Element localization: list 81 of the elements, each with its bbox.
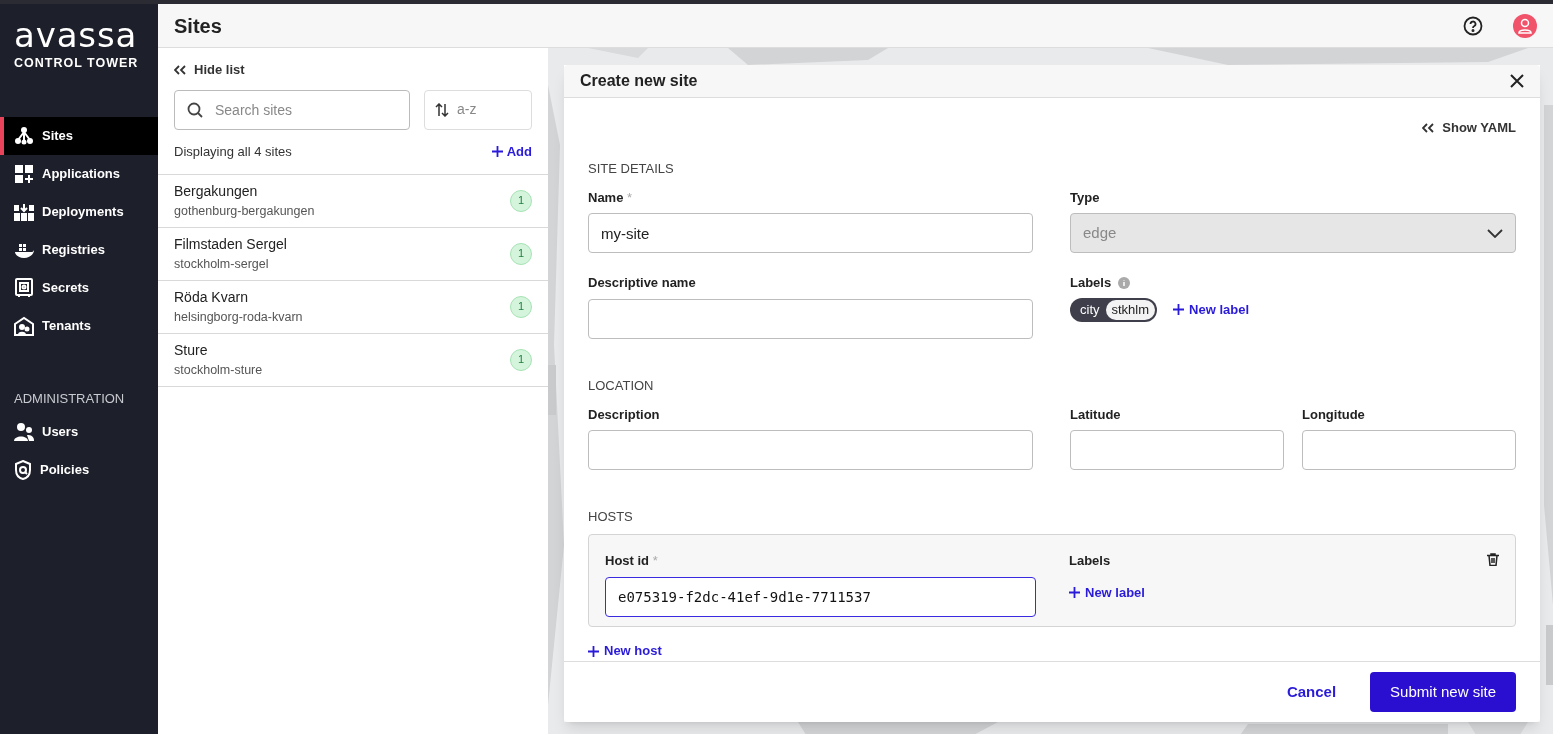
section-heading: SITE DETAILS bbox=[588, 160, 674, 176]
plus-icon bbox=[491, 146, 503, 157]
field-label: Latitude bbox=[1070, 405, 1122, 424]
section-heading: LOCATION bbox=[588, 377, 654, 393]
show-yaml-button[interactable]: Show YAML bbox=[1422, 118, 1516, 138]
hide-list-button[interactable]: Hide list bbox=[174, 60, 245, 80]
double-chevron-left-icon bbox=[1422, 123, 1435, 133]
nav-item[interactable]: Secrets bbox=[0, 269, 158, 307]
boxes-icon bbox=[14, 203, 34, 221]
host-count-badge: 1 bbox=[510, 295, 532, 318]
description-field[interactable] bbox=[588, 430, 1033, 471]
nav-item[interactable]: Sites bbox=[0, 117, 158, 155]
new-label-link[interactable]: New label bbox=[1069, 582, 1487, 603]
host-id-field[interactable]: e075319-f2dc-41ef-9d1e-7711537 bbox=[605, 576, 1036, 617]
site-name: Röda Kvarn bbox=[174, 287, 249, 307]
network-icon bbox=[14, 126, 34, 146]
plus-icon bbox=[1069, 587, 1080, 598]
close-icon[interactable] bbox=[1510, 74, 1524, 89]
page-title: Sites bbox=[174, 13, 222, 39]
add-link[interactable]: Add bbox=[491, 141, 532, 162]
search-icon bbox=[187, 101, 203, 118]
field-label: Descriptive name bbox=[588, 274, 697, 293]
brand-logo: avassa bbox=[14, 18, 139, 52]
nav-item[interactable]: Users bbox=[0, 412, 158, 451]
field-label: Longitude bbox=[1302, 405, 1366, 424]
house-people-icon bbox=[14, 316, 34, 336]
site-name: Filmstaden Sergel bbox=[174, 234, 287, 254]
descriptive-name-field[interactable] bbox=[588, 298, 1033, 339]
dialog-title: Create new site bbox=[580, 71, 698, 92]
field-label: Type bbox=[1070, 188, 1101, 207]
site-slug: stockholm-sture bbox=[174, 361, 263, 379]
apps-icon bbox=[14, 164, 34, 184]
nav-item[interactable]: Applications bbox=[0, 155, 158, 193]
site-count: Displaying all 4 sites bbox=[174, 142, 292, 161]
site-slug: gothenburg-bergakungen bbox=[174, 202, 315, 220]
site-list-item[interactable]: Röda Kvarn helsingborg-roda-kvarn 1 bbox=[158, 280, 548, 334]
new-label-link[interactable]: New label bbox=[1173, 300, 1250, 320]
host-count-badge: 1 bbox=[510, 189, 532, 212]
field-label: Name * bbox=[588, 188, 634, 207]
latitude-field[interactable] bbox=[1070, 430, 1284, 471]
submit-button[interactable]: Submit new site bbox=[1370, 671, 1516, 712]
brand-subtitle: CONTROL TOWER bbox=[14, 55, 140, 72]
plus-icon bbox=[588, 645, 599, 657]
help-icon[interactable] bbox=[1463, 15, 1483, 36]
shield-icon bbox=[14, 459, 32, 480]
avatar-icon[interactable] bbox=[1513, 13, 1537, 38]
field-label: Labels bbox=[1070, 274, 1112, 293]
trash-icon[interactable] bbox=[1487, 553, 1499, 567]
site-name: Sture bbox=[174, 340, 209, 360]
section-heading: HOSTS bbox=[588, 509, 633, 525]
double-chevron-left-icon bbox=[174, 64, 186, 75]
chevron-down-icon bbox=[1487, 228, 1503, 238]
name-field[interactable]: my-site bbox=[588, 213, 1033, 254]
section-heading: ADMINISTRATION bbox=[13, 390, 126, 408]
nav-item[interactable]: Policies bbox=[0, 450, 158, 489]
field-label: Labels bbox=[1069, 552, 1112, 571]
safe-icon bbox=[14, 278, 34, 298]
sort-button[interactable]: a-z bbox=[424, 89, 532, 130]
cancel-button[interactable]: Cancel bbox=[1286, 680, 1337, 704]
search-field[interactable]: Search sites bbox=[174, 89, 410, 130]
label-chip[interactable]: city stkhlm bbox=[1070, 297, 1158, 322]
whale-icon bbox=[14, 242, 34, 258]
site-name: Bergakungen bbox=[174, 181, 259, 201]
site-list-item[interactable]: Sture stockholm-sture 1 bbox=[158, 333, 548, 387]
site-list-item[interactable]: Bergakungen gothenburg-bergakungen 1 bbox=[158, 174, 548, 228]
site-slug: stockholm-sergel bbox=[174, 255, 270, 273]
nav-item[interactable]: Deployments bbox=[0, 193, 158, 231]
longitude-field[interactable] bbox=[1302, 430, 1516, 471]
field-label: Description bbox=[588, 405, 661, 424]
nav-item[interactable]: Registries bbox=[0, 231, 158, 269]
sort-arrows-icon bbox=[435, 102, 449, 117]
users-icon bbox=[14, 422, 34, 441]
site-list-item[interactable]: Filmstaden Sergel stockholm-sergel 1 bbox=[158, 227, 548, 281]
new-host-link[interactable]: New host bbox=[588, 641, 662, 661]
field-label: Host id * bbox=[605, 552, 659, 571]
site-slug: helsingborg-roda-kvarn bbox=[174, 308, 303, 326]
host-count-badge: 1 bbox=[510, 348, 532, 371]
info-icon bbox=[1118, 277, 1131, 289]
plus-icon bbox=[1173, 304, 1185, 316]
host-count-badge: 1 bbox=[510, 242, 532, 265]
nav-item[interactable]: Tenants bbox=[0, 307, 158, 345]
